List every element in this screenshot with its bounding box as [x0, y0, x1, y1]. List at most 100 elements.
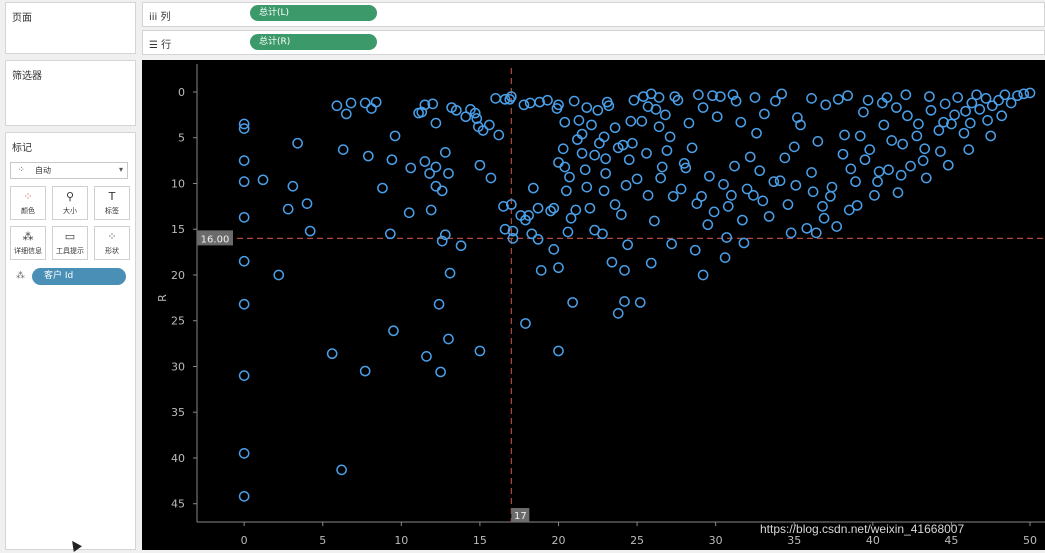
x-tick-label: 15 [473, 534, 487, 547]
data-point [444, 267, 456, 279]
detail-field-icon: ⁂ [16, 271, 25, 281]
data-point [697, 102, 709, 113]
data-point [598, 185, 610, 197]
data-point [737, 214, 748, 226]
data-point [619, 296, 630, 307]
data-point [362, 150, 374, 162]
data-point [570, 204, 582, 216]
data-point [301, 198, 313, 209]
data-point [779, 152, 791, 164]
data-point [667, 190, 679, 202]
mark-color-button[interactable]: ⁘ 颜色 [10, 186, 46, 220]
data-point [952, 92, 964, 103]
data-point [872, 176, 883, 188]
data-point [548, 244, 560, 255]
shape-icon: ⁘ [107, 230, 117, 243]
columns-icon: iii [149, 12, 158, 23]
data-point [949, 109, 960, 121]
data-point [776, 88, 788, 100]
watermark-text: https://blog.csdn.net/weixin_41668007 [760, 522, 965, 536]
data-point [913, 118, 924, 130]
data-point [581, 181, 593, 193]
mark-label-button[interactable]: T 标签 [94, 186, 130, 220]
data-point [589, 149, 600, 161]
data-point [886, 135, 898, 146]
data-point [594, 137, 605, 149]
mark-shape-label: 形状 [105, 247, 119, 255]
data-point [660, 109, 671, 121]
mark-tooltip-button[interactable]: ▭ 工具提示 [52, 226, 88, 260]
data-point [759, 108, 770, 120]
data-point [584, 202, 596, 214]
data-point [560, 185, 572, 197]
data-point [645, 88, 657, 100]
data-point [883, 164, 894, 176]
data-point [917, 155, 929, 166]
data-point [524, 97, 536, 109]
data-point [623, 154, 635, 166]
data-point [520, 318, 531, 329]
scatter-plot[interactable]: 0510152025303540450 5 10 15 20 25 30 35 40 45 50R1… [142, 60, 1045, 550]
data-point [535, 265, 547, 276]
data-point [729, 160, 740, 172]
data-point [689, 244, 701, 256]
data-point [619, 265, 630, 276]
data-point [999, 89, 1011, 101]
data-point [641, 147, 652, 159]
data-point [405, 162, 417, 174]
mark-detail-button[interactable]: ⁂ 详细信息 [10, 226, 46, 260]
data-point [576, 147, 588, 159]
columns-pill[interactable]: 总计(L) [250, 5, 377, 21]
x-tick-label: 50 [1023, 534, 1037, 547]
pages-card-title: 页面 [12, 13, 32, 24]
data-point [897, 138, 909, 150]
data-point [443, 168, 454, 179]
data-point [735, 116, 747, 128]
mark-color-label: 颜色 [21, 207, 35, 215]
data-point [925, 104, 937, 116]
data-point [443, 333, 454, 345]
data-point [336, 464, 347, 476]
data-point [837, 148, 849, 160]
data-point [702, 219, 714, 231]
data-point [612, 308, 624, 319]
mark-type-dropdown[interactable]: ⁘ 自动 ▾ [10, 162, 128, 179]
data-point [326, 348, 338, 360]
size-icon: ⚲ [65, 190, 75, 203]
rows-label-text: 行 [161, 40, 172, 51]
data-point [801, 222, 813, 234]
mark-size-button[interactable]: ⚲ 大小 [52, 186, 88, 220]
data-point [683, 117, 695, 129]
data-point [586, 119, 597, 131]
data-point [238, 155, 250, 166]
data-point [430, 180, 442, 192]
y-tick-label: 30 [171, 360, 185, 373]
data-point [384, 228, 396, 240]
data-point [620, 179, 632, 191]
data-point [557, 143, 569, 155]
x-tick-label: 0 [241, 534, 248, 547]
data-point [655, 172, 667, 184]
data-point [661, 145, 673, 156]
data-point [600, 153, 611, 165]
pages-card[interactable]: 页面 [5, 2, 136, 54]
data-point [606, 256, 618, 268]
data-point [649, 215, 660, 227]
data-point [634, 297, 646, 308]
scatter-chart-area[interactable]: 0 5 10 15 20 25 30 35 40 45 0 5 10 15 20 25 30 35 40 45 50 R 1… [142, 60, 1045, 550]
data-point [518, 99, 530, 111]
data-point [650, 104, 662, 115]
customer-id-pill[interactable]: 客户 Id [32, 268, 126, 285]
mark-shape-button[interactable]: ⁘ 形状 [94, 226, 130, 260]
data-point [474, 159, 486, 171]
data-point [826, 181, 838, 193]
mark-detail-label: 详细信息 [14, 247, 42, 255]
data-point [718, 179, 729, 190]
data-point [820, 99, 832, 111]
rows-pill[interactable]: 总计(R) [250, 34, 377, 50]
data-point [869, 190, 880, 201]
data-point [864, 144, 876, 155]
data-point [902, 110, 913, 122]
filters-card[interactable]: 筛选器 [5, 60, 136, 126]
rows-shelf-label: ☰ 行 [149, 36, 171, 51]
